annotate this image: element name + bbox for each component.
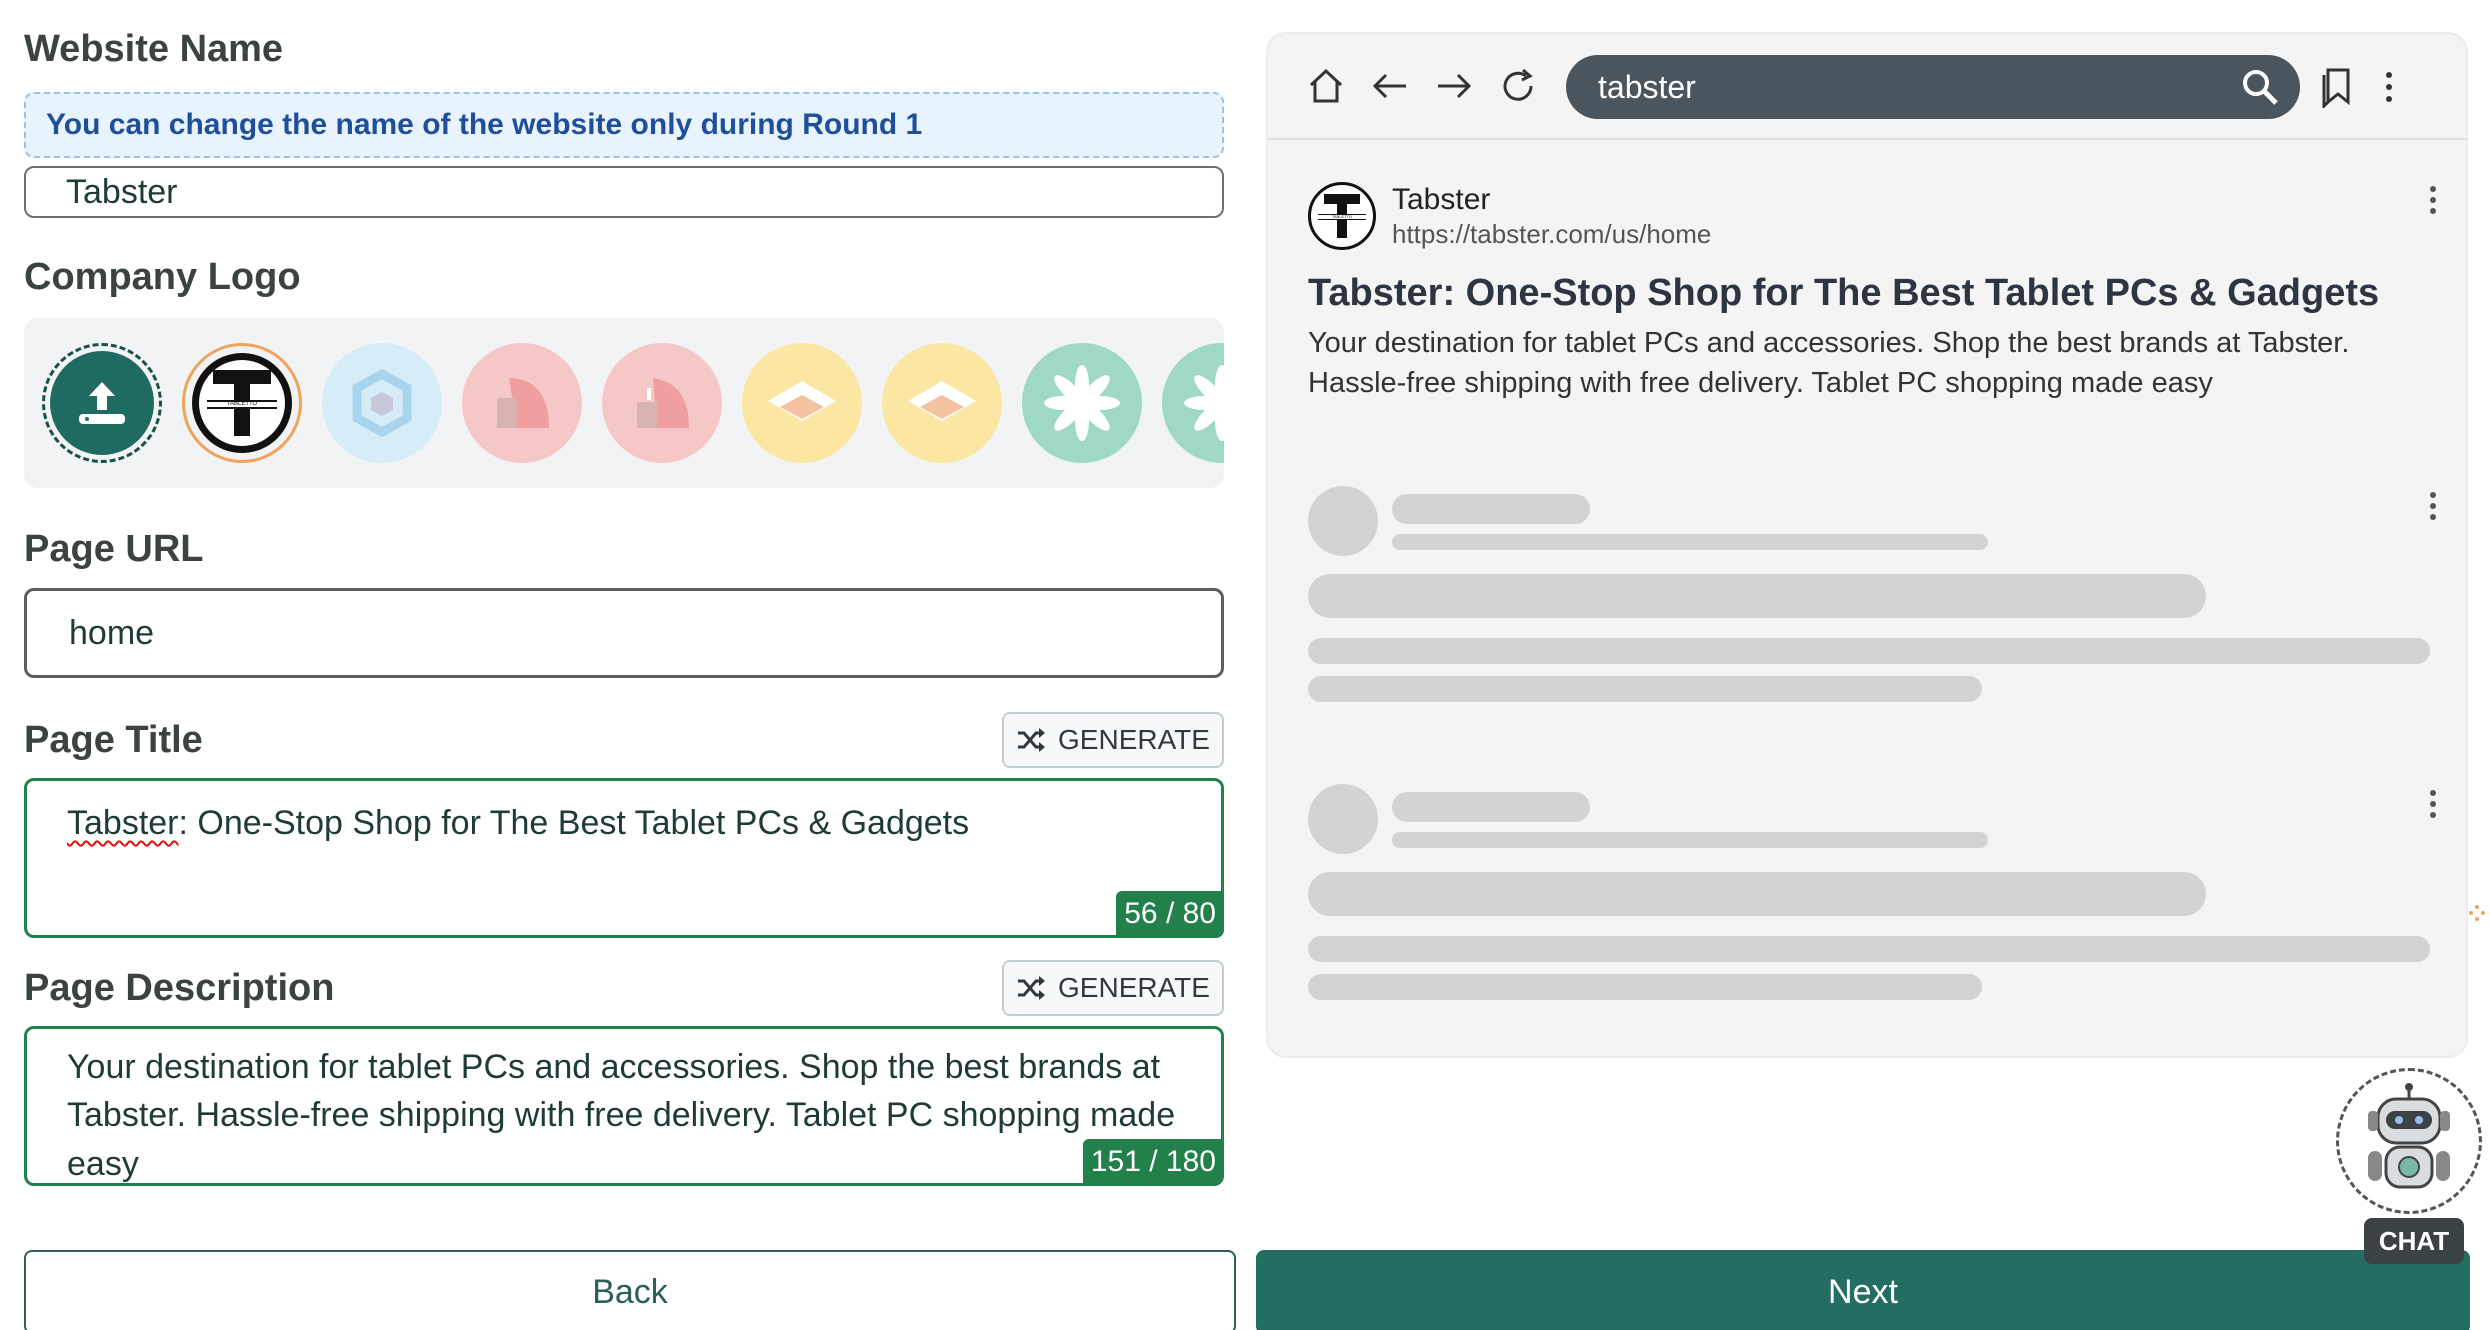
company-logo-label: Company Logo — [24, 256, 301, 298]
skeleton-line — [1308, 574, 2206, 618]
flower-logo-icon — [1184, 365, 1224, 441]
upload-logo-button[interactable] — [42, 343, 162, 463]
page-title-value-first-word: Tabster — [67, 804, 179, 842]
page-url-input[interactable]: home — [24, 588, 1224, 678]
generate-title-button[interactable]: GENERATE — [1002, 712, 1224, 768]
browser-menu-icon[interactable] — [2386, 72, 2392, 102]
page-url-label: Page URL — [24, 528, 204, 570]
skeleton-line — [1308, 676, 1982, 702]
skeleton-line — [1392, 792, 1590, 822]
skeleton-line — [1308, 872, 2206, 916]
generate-description-button[interactable]: GENERATE — [1002, 960, 1224, 1016]
next-button[interactable]: Next — [1256, 1250, 2470, 1330]
logo-option-leaf[interactable] — [462, 343, 582, 463]
result-site-name: Tabster — [1392, 182, 1491, 216]
website-name-input[interactable]: Tabster — [24, 166, 1224, 218]
robot-icon — [2368, 1083, 2450, 1189]
logo-option-flower[interactable] — [1022, 343, 1142, 463]
resize-handle-icon[interactable] — [2468, 904, 2486, 922]
skeleton-line — [1308, 936, 2430, 962]
round-notice: You can change the name of the website o… — [24, 92, 1224, 158]
logo-picker[interactable]: TABLETTO — [24, 318, 1224, 488]
leaf-logo-icon — [497, 378, 549, 428]
logo-option-tabletto[interactable]: TABLETTO — [182, 343, 302, 463]
reload-icon[interactable] — [1498, 66, 1538, 106]
flower-logo-icon — [1044, 365, 1120, 441]
seo-form: Website Name You can change the name of … — [24, 30, 1224, 1186]
bookmarks-icon[interactable] — [2320, 66, 2354, 108]
page-description-counter: 151 / 180 — [1082, 1139, 1221, 1183]
result-site-url[interactable]: https://tabster.com/us/home — [1392, 219, 1711, 250]
home-icon[interactable] — [1306, 66, 1346, 106]
forward-arrow-icon[interactable] — [1434, 66, 1474, 106]
page-description-textarea[interactable]: Your destination for tablet PCs and acce… — [24, 1026, 1224, 1186]
upload-icon — [50, 351, 154, 455]
page-title-value: : One-Stop Shop for The Best Tablet PCs … — [178, 804, 970, 842]
search-bar[interactable]: tabster — [1566, 55, 2300, 119]
page-title-label: Page Title — [24, 719, 203, 761]
browser-toolbar: tabster — [1268, 34, 2466, 140]
site-logo-text: TABLETTO — [1318, 214, 1366, 220]
result-menu-icon[interactable] — [2430, 186, 2436, 214]
search-icon[interactable] — [2240, 67, 2280, 107]
page-description-value: Your destination for tablet PCs and acce… — [67, 1048, 1176, 1183]
skeleton-avatar — [1308, 784, 1378, 854]
hexagon-logo-icon — [352, 368, 412, 438]
tabletto-logo-icon: TABLETTO — [192, 353, 292, 453]
page-description-label: Page Description — [24, 967, 335, 1009]
site-logo-icon: TABLETTO — [1308, 182, 1376, 250]
skeleton-avatar — [1308, 486, 1378, 556]
chat-bot-avatar[interactable] — [2336, 1068, 2482, 1214]
logo-option-hexagon[interactable] — [322, 343, 442, 463]
skeleton-menu-icon — [2430, 790, 2436, 818]
back-button[interactable]: Back — [24, 1250, 1236, 1330]
skeleton-line — [1308, 638, 2430, 664]
website-name-label: Website Name — [24, 28, 284, 70]
back-arrow-icon[interactable] — [1370, 66, 1410, 106]
logo-option-flower-2[interactable] — [1162, 343, 1224, 463]
chat-widget[interactable]: CHAT — [2336, 1068, 2486, 1268]
skeleton-line — [1392, 832, 1988, 848]
skeleton-line — [1392, 494, 1590, 524]
page-url-value: home — [69, 613, 155, 652]
logo-option-diamond[interactable] — [742, 343, 862, 463]
shuffle-icon — [1018, 728, 1046, 752]
generate-title-label: GENERATE — [1058, 724, 1210, 755]
skeleton-menu-icon — [2430, 492, 2436, 520]
diamond-logo-icon — [768, 381, 836, 421]
page-title-counter: 56 / 80 — [1116, 891, 1224, 938]
search-preview-panel: tabster TABLETTO Tabster https://tabster… — [1266, 32, 2468, 1058]
skeleton-line — [1392, 534, 1988, 550]
website-name-value: Tabster — [66, 172, 178, 211]
generate-description-label: GENERATE — [1058, 972, 1210, 1003]
search-result: TABLETTO Tabster https://tabster.com/us/… — [1308, 182, 2438, 403]
skeleton-line — [1308, 974, 1982, 1000]
diamond-logo-icon — [908, 381, 976, 421]
result-title[interactable]: Tabster: One-Stop Shop for The Best Tabl… — [1308, 272, 2438, 315]
result-description: Your destination for tablet PCs and acce… — [1308, 327, 2350, 400]
leaf-logo-icon — [637, 378, 689, 428]
shuffle-icon — [1018, 976, 1046, 1000]
chat-label[interactable]: CHAT — [2364, 1218, 2464, 1264]
logo-option-diamond-2[interactable] — [882, 343, 1002, 463]
search-query: tabster — [1598, 68, 1696, 105]
page-title-textarea[interactable]: Tabster: One-Stop Shop for The Best Tabl… — [24, 778, 1224, 938]
logo-option-leaf-2[interactable] — [602, 343, 722, 463]
